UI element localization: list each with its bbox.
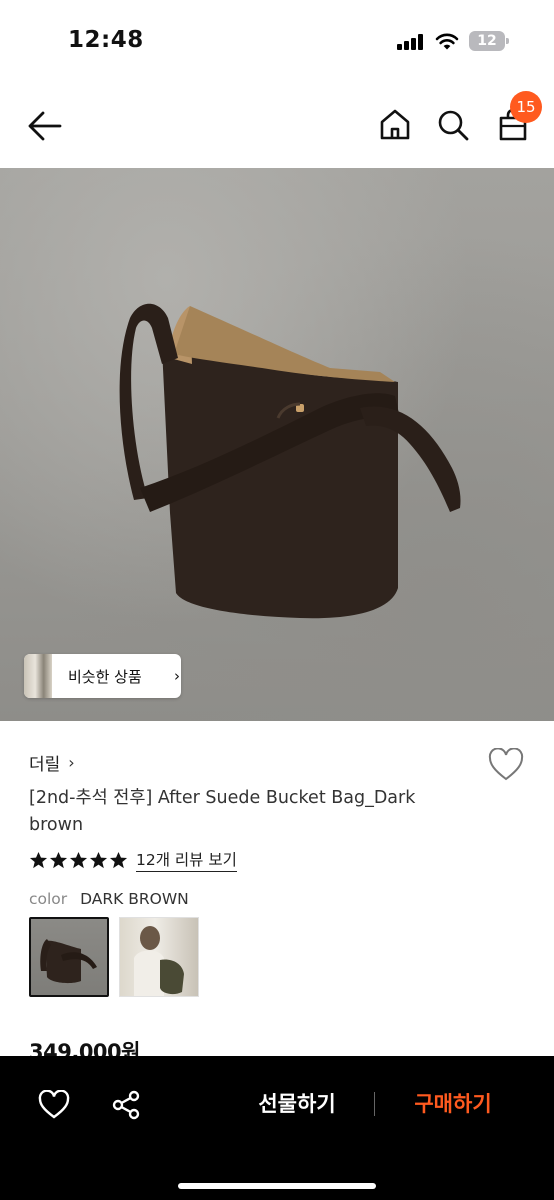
product-image[interactable]: 비슷한 상품 › xyxy=(0,168,554,721)
status-time: 12:48 xyxy=(68,27,144,53)
brand-link[interactable]: 더릴 › xyxy=(29,750,75,775)
color-swatch-dark-brown[interactable] xyxy=(29,917,109,997)
rating-row: 12개 리뷰 보기 xyxy=(29,848,237,872)
wifi-icon xyxy=(435,33,459,50)
back-arrow-icon[interactable] xyxy=(26,108,64,144)
share-icon[interactable] xyxy=(110,1089,142,1121)
cart-count-badge: 15 xyxy=(510,91,542,123)
bottom-action-bar: 선물하기 구매하기 xyxy=(0,1056,554,1200)
wishlist-heart-icon[interactable] xyxy=(38,1090,70,1120)
heart-icon[interactable] xyxy=(488,748,524,782)
cellular-signal-icon xyxy=(397,34,423,50)
color-option: color DARK BROWN xyxy=(29,890,189,908)
product-title: [2nd-추석 전후] After Suede Bucket Bag_Dark … xyxy=(29,788,416,835)
model-thumbnail xyxy=(134,926,184,996)
similar-products-label: 비슷한 상품 xyxy=(68,668,142,686)
brand-name: 더릴 xyxy=(29,754,61,775)
divider xyxy=(374,1092,375,1116)
battery-icon: 12 xyxy=(469,31,509,51)
chevron-right-icon: › xyxy=(68,752,75,772)
star-icon xyxy=(49,851,68,868)
color-key: color xyxy=(29,890,68,908)
search-icon[interactable] xyxy=(436,108,470,142)
chevron-right-icon: › xyxy=(174,667,180,685)
color-value: DARK BROWN xyxy=(80,890,189,908)
star-rating xyxy=(29,851,128,870)
home-icon[interactable] xyxy=(378,108,412,142)
reviews-link[interactable]: 12개 리뷰 보기 xyxy=(136,848,237,872)
battery-level: 12 xyxy=(469,31,505,51)
color-swatch-model-photo[interactable] xyxy=(119,917,199,997)
star-icon xyxy=(29,851,48,868)
suede-bucket-bag-illustration xyxy=(119,303,461,619)
gift-button[interactable]: 선물하기 xyxy=(244,1088,350,1118)
star-icon xyxy=(69,851,88,868)
similar-product-thumbnail xyxy=(24,654,52,698)
top-nav-bar: 15 xyxy=(0,84,554,168)
similar-products-button[interactable]: 비슷한 상품 › xyxy=(24,654,181,698)
buy-button[interactable]: 구매하기 xyxy=(400,1088,506,1118)
status-bar: 12:48 12 xyxy=(0,0,554,84)
bag-thumbnail xyxy=(40,939,97,984)
star-icon xyxy=(109,851,128,868)
home-indicator xyxy=(178,1183,376,1189)
star-icon xyxy=(89,851,108,868)
